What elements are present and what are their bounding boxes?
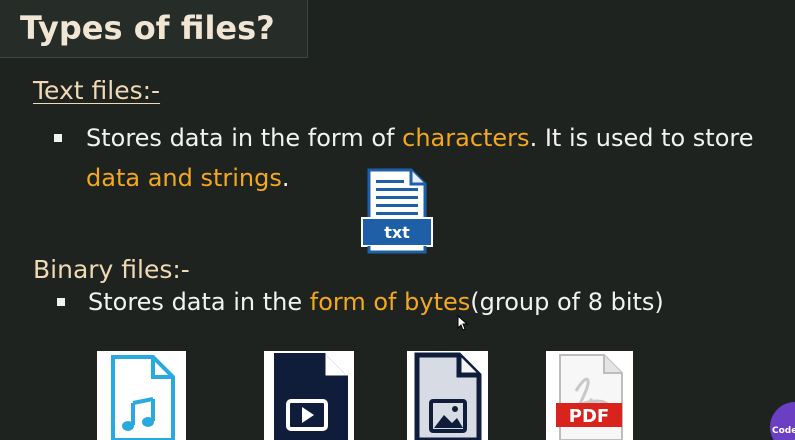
- bullet-text: Stores data in the form of: [86, 124, 403, 152]
- slide: Types of files? Text files:- Stores data…: [0, 0, 795, 440]
- bullet-text: . It is used to store: [529, 124, 754, 152]
- text-files-heading: Text files:-: [33, 76, 161, 105]
- channel-logo-text: Code-: [772, 426, 795, 436]
- bullet-text: .: [281, 164, 290, 192]
- video-file-icon: [264, 351, 354, 440]
- text-files-bullet-line2: data and strings.: [86, 164, 290, 192]
- txt-icon-label: txt: [384, 223, 410, 242]
- bullet-text: Stores data in the: [88, 288, 310, 316]
- text-files-bullet-line1: Stores data in the form of characters. I…: [86, 124, 754, 152]
- txt-file-icon: txt: [361, 168, 433, 254]
- bullet-text: (group of 8 bits): [470, 288, 664, 316]
- binary-files-heading: Binary files:-: [33, 255, 190, 284]
- highlight-characters: characters: [402, 124, 530, 152]
- audio-file-icon: [97, 351, 186, 440]
- highlight-form-of-bytes: form of bytes: [309, 288, 471, 316]
- image-file-icon: [407, 351, 488, 440]
- mouse-cursor-icon: [457, 315, 469, 331]
- bullet-marker: [54, 134, 62, 142]
- binary-files-bullet-line: Stores data in the form of bytes(group o…: [88, 288, 664, 316]
- pdf-icon-label: PDF: [569, 406, 609, 427]
- slide-title: Types of files?: [20, 9, 275, 47]
- highlight-data-strings: data and strings: [86, 164, 282, 192]
- bullet-marker: [57, 298, 65, 306]
- pdf-file-icon: PDF: [546, 351, 633, 440]
